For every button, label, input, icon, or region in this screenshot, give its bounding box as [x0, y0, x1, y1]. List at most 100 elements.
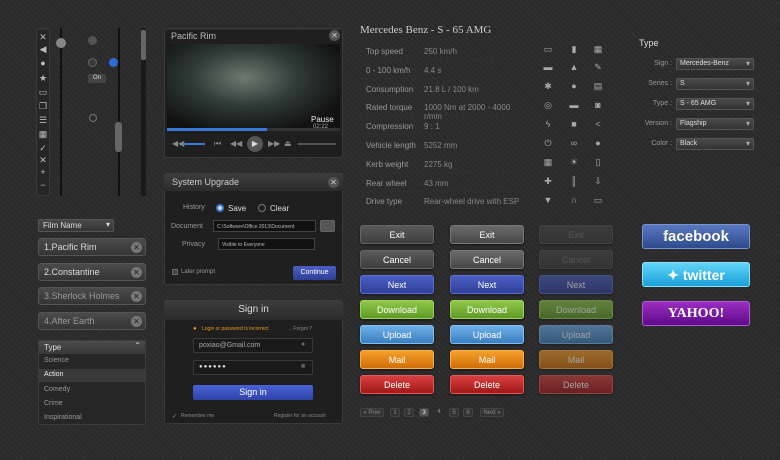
type-item-selected[interactable]: Action [39, 369, 145, 382]
previous-icon[interactable]: ⏮ [214, 139, 221, 149]
document-input[interactable]: C:\Software\Office 2013\Document [213, 220, 316, 232]
type-item[interactable]: Comedy [44, 386, 70, 393]
download-button[interactable]: Download [450, 300, 524, 319]
truck-icon[interactable]: ▬ [543, 62, 553, 72]
cancel-button[interactable]: Cancel [360, 250, 434, 269]
download-icon[interactable]: ⇩ [593, 176, 603, 186]
cancel-button[interactable]: Cancel [539, 250, 613, 269]
download-button[interactable]: Download [539, 300, 613, 319]
twitter-button[interactable]: ✦ twitter [642, 262, 750, 287]
settings-icon[interactable]: ✱ [543, 81, 553, 91]
radio-clear[interactable] [258, 204, 266, 212]
filter-select[interactable]: S - 65 AMG [676, 98, 754, 110]
close-icon[interactable]: ✕ [328, 177, 339, 188]
filter-select[interactable]: Flagship [676, 118, 754, 130]
scrollbar-thumb[interactable] [141, 30, 146, 60]
window-icon[interactable]: ▭ [37, 87, 49, 99]
radio-on[interactable] [88, 58, 97, 67]
type-item[interactable]: Inspirational [44, 414, 82, 421]
next-button[interactable]: Next [360, 275, 434, 294]
filter-select[interactable]: S [676, 78, 754, 90]
signin-button[interactable]: Sign in [193, 385, 313, 400]
mail-button[interactable]: Mail [450, 350, 524, 369]
page-2[interactable]: 2 [404, 408, 414, 417]
close-icon[interactable]: ✕ [131, 291, 142, 302]
forgot-link[interactable]: → Forgot ? [287, 326, 312, 332]
close-icon[interactable]: ✕ [131, 316, 142, 327]
grid-icon[interactable]: ▦ [37, 129, 49, 141]
cross-icon[interactable]: ✕ [37, 155, 49, 167]
forward-icon[interactable]: ▶▶ [268, 139, 280, 148]
vertical-slider[interactable] [60, 28, 62, 196]
mail-button[interactable]: Mail [539, 350, 613, 369]
page-4[interactable]: 4 [434, 408, 444, 417]
bell-icon[interactable]: ▲ [569, 62, 579, 72]
gamepad-icon[interactable]: ✚ [543, 176, 553, 186]
paint-roller-icon[interactable]: ▮ [569, 44, 579, 54]
next-button[interactable]: Next » [480, 408, 504, 417]
page-1[interactable]: 1 [390, 408, 400, 417]
close-icon[interactable]: ✕ [131, 242, 142, 253]
next-button[interactable]: Next [450, 275, 524, 294]
calendar-icon[interactable]: ▦ [543, 157, 553, 167]
upload-button[interactable]: Upload [450, 325, 524, 344]
mail-icon[interactable]: ▬ [569, 100, 579, 110]
seek-bar[interactable] [298, 143, 336, 145]
trash-icon[interactable]: ▼ [543, 195, 553, 205]
laptop-icon[interactable]: ▭ [543, 44, 553, 54]
page-5[interactable]: 5 [449, 408, 459, 417]
share-icon[interactable]: < [593, 119, 603, 129]
plus-icon[interactable]: + [37, 167, 49, 179]
headphones-icon[interactable]: ∩ [569, 195, 579, 205]
radio-empty[interactable] [89, 114, 97, 122]
page-6[interactable]: 6 [463, 408, 473, 417]
radio-off[interactable] [88, 36, 97, 45]
prev-button[interactable]: « Prev [360, 408, 384, 417]
facebook-button[interactable]: facebook [642, 224, 750, 249]
password-field[interactable]: ●●●●●● [193, 360, 313, 375]
user-icon[interactable]: ● [37, 58, 49, 70]
filter-select[interactable]: Mercedes-Benz [676, 58, 754, 70]
radio-save[interactable] [216, 204, 224, 212]
camera-icon[interactable]: ◙ [593, 100, 603, 110]
register-link[interactable]: Register for an account [274, 413, 326, 419]
voicemail-icon[interactable]: ∞ [569, 138, 579, 148]
vertical-slider-2[interactable] [118, 28, 120, 196]
star-icon[interactable]: ★ [37, 73, 49, 85]
list-icon[interactable]: ☰ [37, 115, 49, 127]
film-item[interactable]: 2.Constantine ✕ [38, 263, 146, 281]
email-field[interactable]: poxiao@Gmail.com [193, 338, 313, 353]
slider-handle[interactable] [56, 38, 66, 48]
slider-handle-2[interactable] [115, 122, 122, 152]
bolt-icon[interactable]: ϟ [543, 119, 553, 129]
phone-icon[interactable]: ▯ [593, 157, 603, 167]
location-icon[interactable]: ● [593, 138, 603, 148]
upload-button[interactable]: Upload [360, 325, 434, 344]
power-icon[interactable]: ⏻ [543, 138, 553, 148]
close-icon[interactable]: ✕ [329, 30, 340, 41]
play-icon[interactable]: ▶ [247, 136, 263, 152]
exit-button[interactable]: Exit [450, 225, 524, 244]
download-button[interactable]: Download [360, 300, 434, 319]
film-dropdown[interactable]: Film Name ▾ [38, 219, 114, 232]
back-icon[interactable]: ◀ [37, 44, 49, 56]
exit-button[interactable]: Exit [539, 225, 613, 244]
type-item[interactable]: Crime [44, 400, 63, 407]
later-checkbox[interactable] [172, 269, 178, 275]
cancel-button[interactable]: Cancel [450, 250, 524, 269]
exit-button[interactable]: Exit [360, 225, 434, 244]
delete-button[interactable]: Delete [360, 375, 434, 394]
minus-icon[interactable]: − [37, 180, 49, 192]
next-button[interactable]: Next [539, 275, 613, 294]
yahoo-button[interactable]: YAHOO! [642, 301, 750, 326]
delete-button[interactable]: Delete [539, 375, 613, 394]
video-progress[interactable] [167, 128, 340, 131]
wrench-icon[interactable]: ✎ [593, 62, 603, 72]
copy-icon[interactable]: ❐ [37, 101, 49, 113]
close-icon[interactable]: ✕ [131, 267, 142, 278]
monitor-icon[interactable]: ▭ [593, 195, 603, 205]
page-3[interactable]: 3 [419, 408, 429, 417]
type-list-header[interactable]: Type ⌃ [39, 341, 145, 354]
lifebuoy-icon[interactable]: ◎ [543, 100, 553, 110]
continue-button[interactable]: Continue [293, 266, 336, 280]
